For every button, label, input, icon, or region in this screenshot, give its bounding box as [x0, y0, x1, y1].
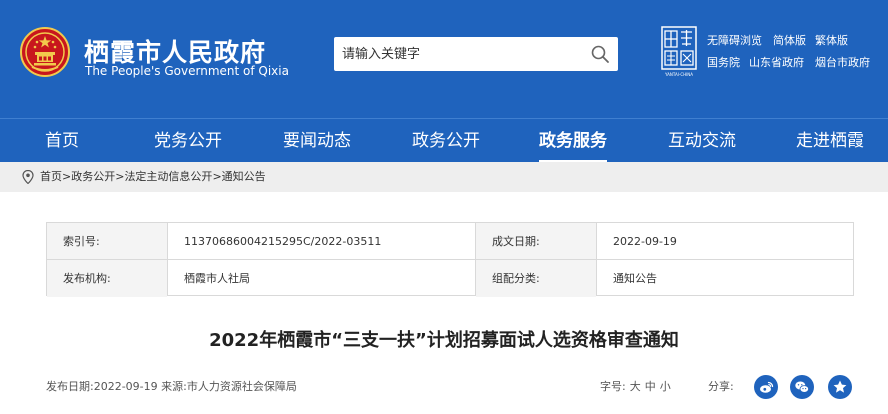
search-box: [334, 37, 618, 71]
nav-item-gov-services-label: 政务服务: [539, 131, 607, 151]
qzone-share-button[interactable]: [828, 375, 852, 399]
nav-item-about-qixia[interactable]: 走进栖霞: [796, 119, 864, 163]
date-value: 2022-09-19: [613, 235, 677, 248]
shandong-gov-link[interactable]: 山东省政府: [749, 54, 804, 70]
breadcrumb-separator: >: [62, 170, 72, 183]
category-value: 通知公告: [613, 272, 657, 285]
font-size-small[interactable]: 小: [660, 380, 671, 393]
national-emblem-icon: [20, 27, 70, 77]
table-divider: [596, 223, 597, 295]
breadcrumb-gov-affairs[interactable]: 政务公开: [71, 170, 115, 183]
state-council-link[interactable]: 国务院: [707, 54, 740, 70]
nav-item-party-affairs[interactable]: 党务公开: [154, 119, 222, 163]
wechat-icon: [795, 381, 810, 393]
org-value: 栖霞市人社局: [184, 272, 250, 285]
font-size-large[interactable]: 大: [630, 380, 641, 393]
document-meta-table: 索引号: 11370686004215295C/2022-03511 成文日期:…: [46, 222, 854, 297]
breadcrumb-bar: 首页>政务公开>法定主动信息公开>通知公告: [0, 162, 888, 192]
share-label: 分享:: [708, 380, 734, 393]
weibo-share-button[interactable]: [754, 375, 778, 399]
font-size-label: 字号:: [600, 380, 626, 393]
search-icon[interactable]: [590, 44, 610, 64]
font-size-medium[interactable]: 中: [645, 380, 656, 393]
category-label: 组配分类:: [476, 260, 596, 297]
nav-item-home[interactable]: 首页: [45, 119, 79, 163]
qzone-icon: [833, 380, 847, 393]
simplified-chinese-link[interactable]: 简体版: [773, 32, 806, 48]
table-divider: [167, 223, 168, 295]
yantai-seal-logo: YANTAI-CHINA: [661, 26, 697, 77]
traditional-chinese-link[interactable]: 繁体版: [815, 32, 848, 48]
breadcrumb-notices[interactable]: 通知公告: [222, 170, 266, 183]
accessibility-link[interactable]: 无障碍浏览: [707, 32, 762, 48]
search-input[interactable]: [342, 37, 582, 71]
nav-item-news[interactable]: 要闻动态: [283, 119, 351, 163]
breadcrumb: 首页>政务公开>法定主动信息公开>通知公告: [40, 162, 266, 192]
index-label: 索引号:: [47, 223, 167, 260]
nav-item-gov-services[interactable]: 政务服务: [539, 119, 607, 163]
site-header: 栖霞市人民政府 The People's Government of Qixia…: [0, 0, 888, 118]
date-label: 成文日期:: [476, 223, 596, 260]
location-pin-icon: [22, 170, 34, 184]
weibo-icon: [760, 381, 774, 393]
seal-caption: YANTAI-CHINA: [664, 72, 693, 77]
article-title: 2022年栖霞市“三支一扶”计划招募面试人选资格审查通知: [209, 330, 679, 351]
article-info: 发布日期:2022-09-19 来源:市人力资源社会保障局: [46, 380, 297, 393]
index-value: 11370686004215295C/2022-03511: [184, 235, 382, 248]
breadcrumb-statutory-disclosure[interactable]: 法定主动信息公开: [124, 170, 212, 183]
breadcrumb-home[interactable]: 首页: [40, 170, 62, 183]
font-size-control: 字号: 大中小: [600, 378, 671, 394]
table-divider: [475, 223, 476, 295]
yantai-gov-link[interactable]: 烟台市政府: [815, 54, 870, 70]
site-subtitle: The People's Government of Qixia: [85, 64, 289, 78]
nav-item-gov-affairs[interactable]: 政务公开: [412, 119, 480, 163]
breadcrumb-separator: >: [212, 170, 222, 183]
org-label: 发布机构:: [47, 260, 167, 297]
nav-item-interaction[interactable]: 互动交流: [668, 119, 736, 163]
wechat-share-button[interactable]: [790, 375, 814, 399]
main-nav: 首页 党务公开 要闻动态 政务公开 政务服务 互动交流 走进栖霞: [0, 118, 888, 163]
